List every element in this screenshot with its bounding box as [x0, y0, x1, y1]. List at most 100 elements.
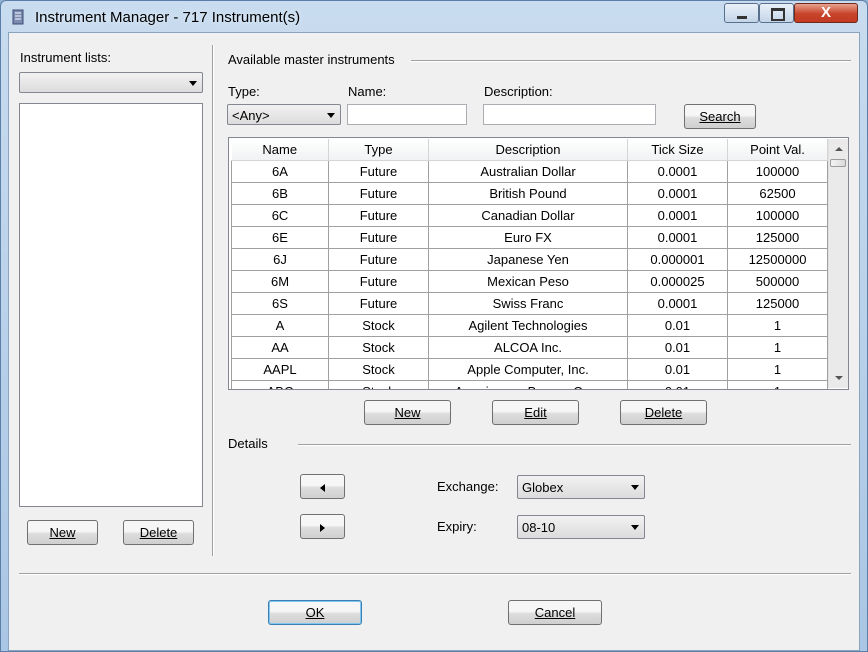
minimize-button[interactable] — [724, 3, 759, 23]
scroll-down-icon[interactable] — [835, 376, 843, 380]
column-header-description[interactable]: Description — [428, 139, 628, 161]
master-instruments-group-label: Available master instruments — [228, 52, 395, 67]
table-row[interactable]: 6B Future British Pound 0.0001 62500 — [231, 182, 828, 205]
table-cell: 0.000001 — [627, 248, 728, 271]
instrument-list-box[interactable] — [19, 103, 203, 507]
table-cell: Euro FX — [428, 226, 628, 249]
name-label: Name: — [348, 84, 387, 99]
table-cell: 0.01 — [627, 380, 728, 389]
table-cell: A — [231, 314, 329, 337]
dialog-body: Instrument lists: New Delete Available m… — [8, 32, 860, 651]
table-cell: Future — [328, 204, 429, 227]
table-cell: 6B — [231, 182, 329, 205]
instrument-grid[interactable]: Name Type Description Tick Size Point Va… — [228, 137, 849, 390]
table-cell: 0.01 — [627, 336, 728, 359]
delete-list-button[interactable]: Delete — [123, 520, 194, 545]
column-header-tick-size[interactable]: Tick Size — [627, 139, 728, 161]
column-header-point-value[interactable]: Point Val. — [727, 139, 828, 161]
table-cell: 0.0001 — [627, 182, 728, 205]
instrument-lists-dropdown[interactable] — [19, 72, 203, 93]
edit-instrument-label: Edit — [524, 405, 547, 420]
arrow-left-icon — [320, 483, 325, 492]
table-cell: AA — [231, 336, 329, 359]
table-body: 6A Future Australian Dollar 0.0001 100000 6B F… — [231, 160, 828, 389]
grid-vertical-scrollbar[interactable] — [828, 139, 848, 388]
table-cell: 62500 — [727, 182, 828, 205]
cancel-button[interactable]: Cancel — [508, 600, 602, 625]
table-row[interactable]: A Stock Agilent Technologies 0.01 1 — [231, 314, 828, 337]
footer-separator — [19, 573, 851, 575]
chevron-down-icon — [189, 81, 197, 86]
column-header-name[interactable]: Name — [231, 139, 329, 161]
description-label: Description: — [484, 84, 553, 99]
table-cell: Stock — [328, 358, 429, 381]
name-input[interactable] — [347, 104, 467, 125]
description-input[interactable] — [483, 104, 656, 125]
title-bar[interactable]: Instrument Manager - 717 Instrument(s) X — [1, 1, 867, 33]
type-label: Type: — [228, 84, 260, 99]
table-row[interactable]: ABCStockAmerisourceBergen Corp0.011 — [231, 380, 828, 389]
type-dropdown[interactable]: <Any> — [227, 104, 341, 125]
table-row[interactable]: 6J Future Japanese Yen 0.000001 12500000 — [231, 248, 828, 271]
search-button[interactable]: Search — [684, 104, 756, 129]
new-instrument-label: New — [394, 405, 421, 420]
scroll-up-icon[interactable] — [835, 147, 843, 151]
new-instrument-button[interactable]: New — [364, 400, 451, 425]
table-cell: 125000 — [727, 292, 828, 315]
search-label: Search — [699, 109, 741, 124]
table-row[interactable]: AAPL Stock Apple Computer, Inc. 0.01 1 — [231, 358, 828, 381]
table-header-row: Name Type Description Tick Size Point Va… — [231, 139, 828, 161]
table-row[interactable]: 6S Future Swiss Franc 0.0001 125000 — [231, 292, 828, 315]
table-cell: 0.01 — [627, 314, 728, 337]
table-cell: ABC — [231, 380, 329, 389]
table-cell: 1 — [727, 380, 828, 389]
table-cell: Mexican Peso — [428, 270, 628, 293]
exchange-dropdown[interactable]: Globex — [517, 475, 645, 499]
table-cell: AAPL — [231, 358, 329, 381]
table-cell: 6J — [231, 248, 329, 271]
scroll-thumb[interactable] — [830, 159, 846, 167]
table-cell: Stock — [328, 336, 429, 359]
panel-separator — [212, 45, 214, 556]
close-icon: X — [820, 4, 831, 21]
exchange-value: Globex — [522, 480, 564, 495]
table-cell: Apple Computer, Inc. — [428, 358, 628, 381]
table-cell: 12500000 — [727, 248, 828, 271]
column-header-type[interactable]: Type — [328, 139, 429, 161]
table-cell: Canadian Dollar — [428, 204, 628, 227]
table-cell: Australian Dollar — [428, 160, 628, 183]
expiry-dropdown[interactable]: 08-10 — [517, 515, 645, 539]
table-row[interactable]: 6M Future Mexican Peso 0.000025 500000 — [231, 270, 828, 293]
cancel-label: Cancel — [534, 605, 576, 620]
table-cell: Stock — [328, 380, 429, 389]
table-cell: 0.01 — [627, 358, 728, 381]
table-cell: 1 — [727, 358, 828, 381]
table-row[interactable]: AA Stock ALCOA Inc. 0.01 1 — [231, 336, 828, 359]
table-cell: 0.0001 — [627, 292, 728, 315]
table-cell: 500000 — [727, 270, 828, 293]
delete-list-label: Delete — [139, 525, 178, 540]
table-cell: 1 — [727, 314, 828, 337]
table-row[interactable]: 6C Future Canadian Dollar 0.0001 100000 — [231, 204, 828, 227]
delete-instrument-button[interactable]: Delete — [620, 400, 707, 425]
new-list-button[interactable]: New — [27, 520, 98, 545]
table-cell: Swiss Franc — [428, 292, 628, 315]
instrument-lists-label: Instrument lists: — [20, 50, 112, 65]
table-cell: 0.0001 — [627, 226, 728, 249]
table-cell: 0.0001 — [627, 204, 728, 227]
window-title: Instrument Manager - 717 Instrument(s) — [35, 9, 301, 26]
ok-button[interactable]: OK — [268, 600, 362, 625]
table-cell: 6E — [231, 226, 329, 249]
edit-instrument-button[interactable]: Edit — [492, 400, 579, 425]
instrument-manager-window: Instrument Manager - 717 Instrument(s) X… — [0, 0, 868, 652]
table-cell: Future — [328, 270, 429, 293]
maximize-button[interactable] — [759, 3, 794, 23]
next-button[interactable] — [300, 514, 345, 539]
table-row[interactable]: 6A Future Australian Dollar 0.0001 100000 — [231, 160, 828, 183]
close-button[interactable]: X — [794, 3, 858, 23]
previous-button[interactable] — [300, 474, 345, 499]
table-cell: 100000 — [727, 204, 828, 227]
table-cell: 6A — [231, 160, 329, 183]
table-cell: 0.0001 — [627, 160, 728, 183]
table-row[interactable]: 6E Future Euro FX 0.0001 125000 — [231, 226, 828, 249]
